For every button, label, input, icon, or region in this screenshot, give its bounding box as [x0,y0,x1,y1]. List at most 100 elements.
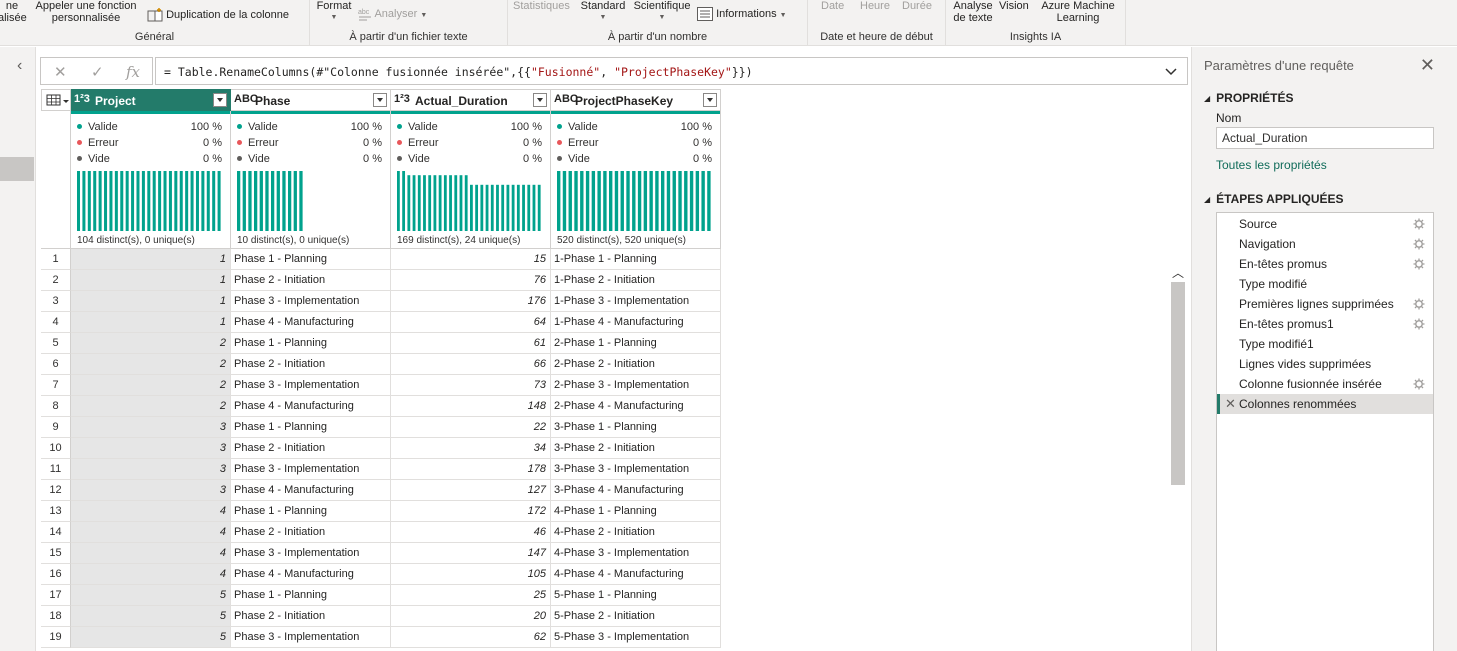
table-row[interactable]: 19 5 Phase 3 - Implementation 62 5-Phase 3 -… [41,627,721,648]
histogram-bar[interactable] [299,171,303,231]
histogram-bar[interactable] [179,171,183,231]
table-row[interactable]: 18 5 Phase 2 - Initiation 20 5-Phase 2 - Ini… [41,606,721,627]
cell-phase[interactable]: Phase 1 - Planning [231,333,391,354]
custom-column-button[interactable]: ne alisée [0,0,27,24]
cell-projectphasekey[interactable]: 3-Phase 1 - Planning [551,417,721,438]
cell-projectphasekey[interactable]: 3-Phase 4 - Manufacturing [551,480,721,501]
column-filter-dropdown-icon[interactable] [373,93,387,107]
analyze-button[interactable]: abc Analyser ▼ [358,7,427,22]
cell-phase[interactable]: Phase 2 - Initiation [231,522,391,543]
cell-projectphasekey[interactable]: 5-Phase 3 - Implementation [551,627,721,648]
histogram-bar[interactable] [185,171,189,231]
histogram-bar[interactable] [206,171,210,231]
histogram-bar[interactable] [237,171,241,231]
histogram-bar[interactable] [454,175,458,231]
cell-project[interactable]: 4 [71,543,231,564]
applied-step[interactable]: Lignes vides supprimées [1217,354,1433,374]
histogram-bar[interactable] [511,184,515,231]
grid-vertical-scrollbar[interactable]: ︿ [1170,262,1186,651]
cell-actual-duration[interactable]: 25 [391,585,551,606]
table-row[interactable]: 14 4 Phase 2 - Initiation 46 4-Phase 2 - Ini… [41,522,721,543]
histogram-bar[interactable] [417,175,421,231]
cell-phase[interactable]: Phase 2 - Initiation [231,270,391,291]
histogram-bar[interactable] [412,175,416,231]
gear-icon[interactable] [1413,298,1425,310]
value-distribution-histogram[interactable] [237,171,305,231]
column-filter-dropdown-icon[interactable] [703,93,717,107]
histogram-bar[interactable] [496,184,499,231]
histogram-bar[interactable] [87,171,91,231]
cell-actual-duration[interactable]: 148 [391,396,551,417]
cell-project[interactable]: 3 [71,438,231,459]
histogram-bar[interactable] [168,171,172,231]
cell-projectphasekey[interactable]: 4-Phase 4 - Manufacturing [551,564,721,585]
statistics-button[interactable]: Statistiques [513,0,570,12]
histogram-bar[interactable] [614,171,619,231]
histogram-bar[interactable] [475,184,479,231]
histogram-bar[interactable] [490,184,494,231]
histogram-bar[interactable] [212,171,216,231]
histogram-bar[interactable] [248,171,252,231]
gear-icon[interactable] [1413,258,1425,270]
gear-icon[interactable] [1413,378,1425,390]
histogram-bar[interactable] [397,171,400,231]
table-row[interactable]: 1 1 Phase 1 - Planning 15 1-Phase 1 - Planni… [41,249,721,270]
cell-phase[interactable]: Phase 4 - Manufacturing [231,396,391,417]
cell-project[interactable]: 4 [71,501,231,522]
table-row[interactable]: 15 4 Phase 3 - Implementation 147 4-Phase 3 … [41,543,721,564]
histogram-bar[interactable] [109,171,113,231]
histogram-bar[interactable] [707,171,711,231]
cell-projectphasekey[interactable]: 1-Phase 2 - Initiation [551,270,721,291]
histogram-bar[interactable] [201,171,205,231]
histogram-bar[interactable] [459,175,463,231]
histogram-bar[interactable] [136,171,140,231]
expand-formula-chevron-icon[interactable] [1163,63,1179,79]
histogram-bar[interactable] [438,175,442,231]
histogram-bar[interactable] [626,171,630,231]
histogram-bar[interactable] [516,184,520,231]
column-header-projectphasekey[interactable]: ABC ProjectPhaseKey [551,89,721,111]
histogram-bar[interactable] [684,171,688,231]
histogram-bar[interactable] [689,171,694,231]
histogram-bar[interactable] [190,171,194,231]
histogram-bar[interactable] [609,171,613,231]
histogram-bar[interactable] [158,171,162,231]
histogram-bar[interactable] [120,171,124,231]
histogram-bar[interactable] [402,171,406,231]
cell-project[interactable]: 5 [71,606,231,627]
cell-actual-duration[interactable]: 178 [391,459,551,480]
cell-projectphasekey[interactable]: 4-Phase 2 - Initiation [551,522,721,543]
row-number[interactable]: 19 [41,627,71,648]
table-row[interactable]: 5 2 Phase 1 - Planning 61 2-Phase 1 - Planni… [41,333,721,354]
histogram-bar[interactable] [480,184,484,231]
text-analysis-button[interactable]: Analyse de texte [952,0,994,24]
cell-actual-duration[interactable]: 20 [391,606,551,627]
histogram-bar[interactable] [678,171,682,231]
histogram-bar[interactable] [242,171,246,231]
table-row[interactable]: 3 1 Phase 3 - Implementation 176 1-Phase 3 -… [41,291,721,312]
histogram-bar[interactable] [82,171,86,231]
cell-project[interactable]: 1 [71,249,231,270]
selected-query-indicator[interactable] [0,157,34,181]
formula-input[interactable]: = Table.RenameColumns(#"Colonne fusionné… [155,57,1188,85]
table-row[interactable]: 8 2 Phase 4 - Manufacturing 148 2-Phase 4 - … [41,396,721,417]
value-distribution-histogram[interactable] [77,171,223,231]
applied-steps-section-header[interactable]: ◢ ÉTAPES APPLIQUÉES [1204,192,1344,206]
cell-projectphasekey[interactable]: 5-Phase 1 - Planning [551,585,721,606]
gear-icon[interactable] [1413,238,1425,250]
row-number[interactable]: 8 [41,396,71,417]
close-icon[interactable]: ✕ [1420,55,1435,76]
row-number[interactable]: 1 [41,249,71,270]
table-row[interactable]: 9 3 Phase 1 - Planning 22 3-Phase 1 - Planni… [41,417,721,438]
value-distribution-histogram[interactable] [397,171,543,231]
histogram-bar[interactable] [217,171,221,231]
histogram-bar[interactable] [163,171,167,231]
cell-project[interactable]: 3 [71,459,231,480]
histogram-bar[interactable] [141,171,145,231]
fx-icon[interactable]: fx [126,63,140,81]
histogram-bar[interactable] [98,171,102,231]
row-number[interactable]: 14 [41,522,71,543]
histogram-bar[interactable] [620,171,624,231]
histogram-bar[interactable] [695,171,700,231]
cell-projectphasekey[interactable]: 5-Phase 2 - Initiation [551,606,721,627]
